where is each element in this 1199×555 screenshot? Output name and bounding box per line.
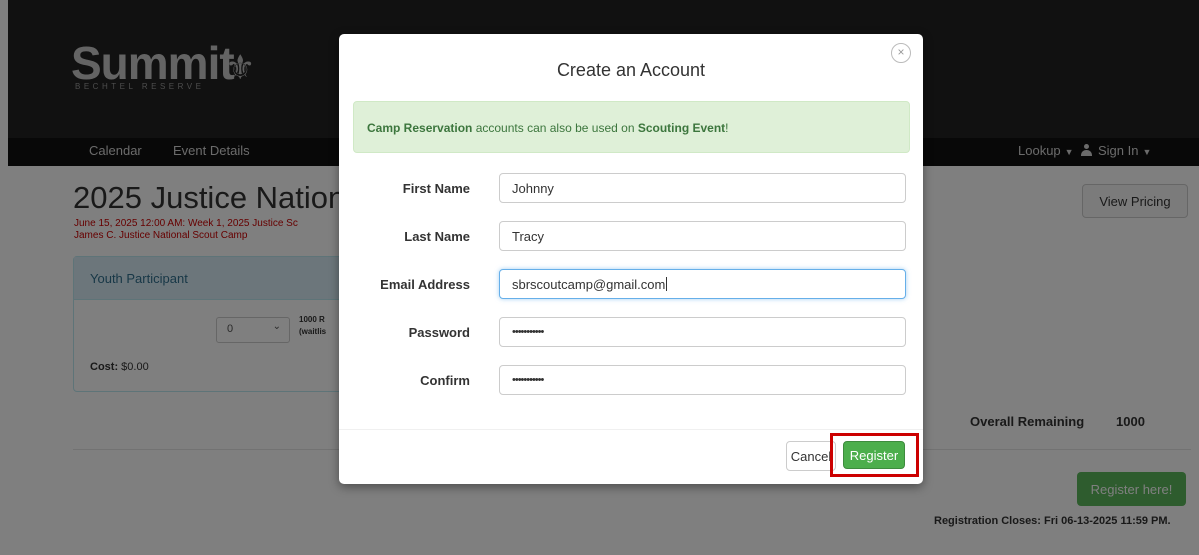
alert-bold-scouting-event: Scouting Event — [637, 121, 726, 135]
password-label: Password — [408, 325, 470, 340]
password-value: ••••••••••• — [512, 326, 544, 338]
alert-end-text: ! — [725, 121, 729, 135]
email-value-wrap: sbrscoutcamp@gmail.com — [512, 277, 668, 292]
last-name-label: Last Name — [404, 229, 470, 244]
close-icon[interactable]: × — [891, 43, 911, 63]
email-field[interactable]: sbrscoutcamp@gmail.com — [499, 269, 906, 299]
text-cursor — [666, 277, 668, 291]
alert-bold-camp-reservation: Camp Reservation — [367, 121, 473, 135]
first-name-field[interactable]: Johnny — [499, 173, 906, 203]
alert-text: Camp Reservation accounts can also be us… — [367, 121, 729, 135]
confirm-password-field[interactable]: ••••••••••• — [499, 365, 906, 395]
create-account-modal: Create an Account × Camp Reservation acc… — [339, 34, 923, 484]
email-label: Email Address — [380, 277, 470, 292]
email-value: sbrscoutcamp@gmail.com — [512, 277, 666, 292]
cancel-button[interactable]: Cancel — [786, 441, 836, 471]
modal-footer-divider — [339, 429, 923, 430]
alert-middle-text: accounts can also be used on — [472, 121, 638, 135]
register-button[interactable]: Register — [843, 441, 905, 469]
password-field[interactable]: ••••••••••• — [499, 317, 906, 347]
info-alert: Camp Reservation accounts can also be us… — [353, 101, 910, 153]
last-name-field[interactable]: Tracy — [499, 221, 906, 251]
modal-title: Create an Account — [556, 60, 706, 80]
last-name-value: Tracy — [512, 229, 545, 244]
confirm-password-value: ••••••••••• — [512, 374, 544, 386]
first-name-label: First Name — [402, 181, 470, 196]
first-name-value: Johnny — [512, 181, 554, 196]
confirm-label: Confirm — [420, 373, 470, 388]
